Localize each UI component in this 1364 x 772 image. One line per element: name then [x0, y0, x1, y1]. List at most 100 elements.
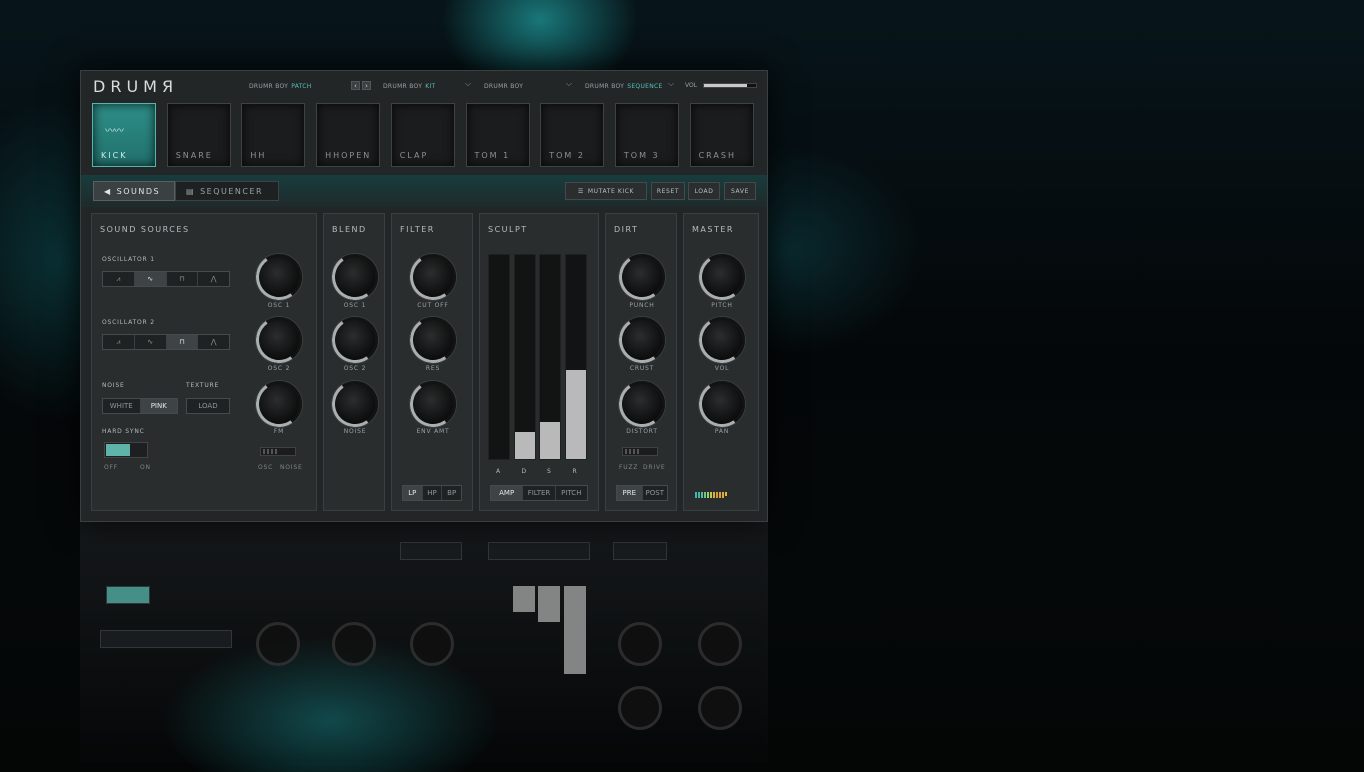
pan-knob[interactable]	[699, 381, 745, 427]
punch-knob[interactable]	[619, 254, 665, 300]
osc1-waveform-selector[interactable]: ⩘ ∿ ⊓ ⋀	[102, 271, 230, 287]
boy-prefix: DRUMR BOY	[484, 82, 524, 90]
fm-knob[interactable]	[256, 381, 302, 427]
kit-selector[interactable]: DRUMR BOY KIT	[383, 79, 436, 93]
fm-source-switch[interactable]	[260, 447, 296, 456]
env-amt-knob[interactable]	[410, 381, 456, 427]
resonance-knob[interactable]	[410, 317, 456, 363]
hard-sync-label: HARD SYNC	[102, 428, 145, 435]
drum-pad-kick[interactable]: 〰〰 KICK	[92, 103, 156, 167]
pitch-knob[interactable]	[699, 254, 745, 300]
distort-knob[interactable]	[619, 381, 665, 427]
master-vol-knob[interactable]	[699, 317, 745, 363]
drum-pad-tom-2[interactable]: TOM 2	[540, 103, 605, 167]
sine-wave-icon[interactable]: ∿	[135, 335, 167, 349]
chevron-down-icon[interactable]: ⌵	[566, 79, 572, 89]
drum-pad-snare[interactable]: SNARE	[166, 103, 231, 167]
adsr-slider-a[interactable]	[488, 254, 510, 460]
load-button[interactable]: LOAD	[688, 182, 720, 200]
drum-pad-tom-3[interactable]: TOM 3	[614, 103, 679, 167]
distort-mode-switch[interactable]	[622, 447, 658, 456]
tab-sequencer[interactable]: ▤ SEQUENCER	[175, 181, 279, 201]
prev-patch-button[interactable]: ‹	[351, 81, 360, 90]
tabs-bar: ◀ SOUNDS ▤ SEQUENCER ☰ MUTATE KICK RESET…	[81, 175, 767, 207]
cutoff-knob[interactable]	[410, 254, 456, 300]
drum-pad-hhopen[interactable]: HHOPEN	[316, 103, 381, 167]
adsr-slider-r[interactable]	[564, 254, 587, 460]
meter-segment	[719, 492, 721, 498]
osc1-level-knob[interactable]	[256, 254, 302, 300]
square-wave-icon[interactable]: ⊓	[166, 335, 199, 349]
fuzz-label: FUZZ	[619, 464, 639, 471]
blend-osc2-knob[interactable]	[332, 317, 378, 363]
adsr-slider-d[interactable]	[513, 254, 536, 460]
meter-segment	[710, 492, 712, 498]
sequence-selector[interactable]: DRUMR BOY SEQUENCE	[585, 79, 663, 93]
triangle-wave-icon[interactable]: ⋀	[198, 272, 229, 286]
sculpt-filter-option[interactable]: FILTER	[523, 486, 556, 500]
boy-selector[interactable]: DRUMR BOY	[484, 79, 523, 93]
adsr-slider-s[interactable]	[539, 254, 561, 460]
texture-load-label[interactable]: LOAD	[187, 399, 229, 413]
reset-button[interactable]: RESET	[651, 182, 685, 200]
save-button[interactable]: SAVE	[724, 182, 756, 200]
saw-wave-icon[interactable]: ⩘	[103, 335, 135, 349]
dirt-position-selector[interactable]: PRE POST	[616, 485, 668, 501]
blend-osc1-knob[interactable]	[332, 254, 378, 300]
drum-pad-hh[interactable]: HH	[241, 103, 306, 167]
hard-sync-toggle[interactable]	[104, 442, 148, 458]
list-icon: ☰	[577, 187, 584, 195]
sculpt-title: SCULPT	[488, 225, 528, 234]
noise-pink-option[interactable]: PINK	[140, 399, 177, 413]
sculpt-target-selector[interactable]: AMP FILTER PITCH	[490, 485, 588, 501]
blend-panel: BLEND OSC 1 OSC 2 NOISE	[323, 213, 385, 511]
filter-hp-option[interactable]: HP	[423, 486, 443, 500]
sculpt-amp-option[interactable]: AMP	[491, 486, 524, 500]
filter-type-selector[interactable]: LP HP BP	[402, 485, 462, 501]
noise-white-option[interactable]: WHITE	[103, 399, 141, 413]
adsr-level-fill	[540, 421, 560, 459]
blend-noise-knob[interactable]	[332, 381, 378, 427]
pad-label: TOM 2	[549, 151, 585, 160]
osc2-level-knob[interactable]	[256, 317, 302, 363]
mutate-kick-button[interactable]: ☰ MUTATE KICK	[565, 182, 647, 200]
dirt-pre-option[interactable]: PRE	[617, 486, 643, 500]
texture-load-button[interactable]: LOAD	[186, 398, 230, 414]
fm-osc-label: OSC	[258, 464, 274, 471]
oscillator-1-label: OSCILLATOR 1	[102, 256, 155, 263]
cutoff-label: CUT OFF	[417, 302, 449, 309]
pad-label: CRASH	[698, 151, 736, 160]
sculpt-pitch-option[interactable]: PITCH	[556, 486, 587, 500]
drum-pad-crash[interactable]: CRASH	[689, 103, 754, 167]
chevron-down-icon[interactable]: ⌵	[465, 79, 471, 89]
square-wave-icon[interactable]: ⊓	[167, 272, 199, 286]
saw-wave-icon[interactable]: ⩘	[103, 272, 135, 286]
next-patch-button[interactable]: ›	[362, 81, 371, 90]
sine-wave-icon[interactable]: ∿	[134, 272, 167, 286]
pitch-label: PITCH	[711, 302, 733, 309]
filter-bp-option[interactable]: BP	[442, 486, 461, 500]
resonance-label: RES	[425, 365, 441, 372]
crust-knob[interactable]	[619, 317, 665, 363]
triangle-wave-icon[interactable]: ⋀	[198, 335, 229, 349]
pad-label: SNARE	[175, 151, 213, 160]
meter-segment	[701, 492, 703, 498]
patch-selector[interactable]: DRUMR BOY PATCH	[249, 79, 312, 93]
noise-type-selector[interactable]: WHITE PINK	[102, 398, 178, 414]
adsr-label-s: S	[547, 468, 552, 475]
tab-sounds[interactable]: ◀ SOUNDS	[93, 181, 175, 201]
osc1-knob-label: OSC 1	[267, 302, 291, 309]
filter-lp-option[interactable]: LP	[403, 486, 423, 500]
blend-noise-label: NOISE	[343, 428, 367, 435]
patch-accent: PATCH	[291, 82, 312, 90]
osc2-waveform-selector[interactable]: ⩘ ∿ ⊓ ⋀	[102, 334, 230, 350]
meter-segment	[725, 492, 727, 496]
chevron-down-icon[interactable]: ⌵	[668, 79, 674, 89]
adsr-label-r: R	[572, 468, 578, 475]
drum-pad-clap[interactable]: CLAP	[390, 103, 455, 167]
drum-pad-tom-1[interactable]: TOM 1	[465, 103, 530, 167]
sound-sources-title: SOUND SOURCES	[100, 225, 190, 234]
adsr-label-d: D	[521, 468, 527, 475]
master-vol-slider[interactable]	[703, 83, 757, 88]
dirt-post-option[interactable]: POST	[643, 486, 668, 500]
